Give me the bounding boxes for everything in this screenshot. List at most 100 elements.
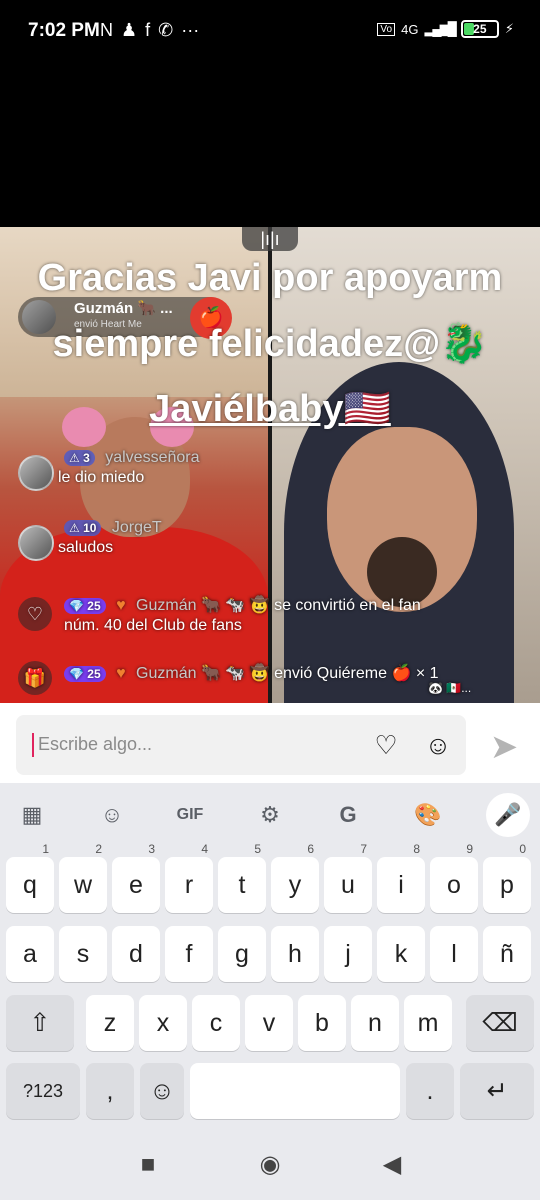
more-icon: ··· [181,20,200,40]
key-m[interactable]: m [404,995,452,1051]
key-f[interactable]: f [165,926,213,982]
text-cursor [32,733,34,757]
key-j[interactable]: j [324,926,372,982]
keyboard-toolbar: ▦ ☺ GIF ⚙ G 🎨 🎤 [0,783,540,845]
key-b[interactable]: b [298,995,346,1051]
emoji-key[interactable]: ☺ [140,1063,184,1119]
fan-heart-icon: ♥ [116,665,126,682]
key-hint: 9 [466,842,473,856]
network-type: 4G [401,21,419,37]
caption-line-2: siempre felicidadez@🐉 [52,323,488,365]
volte-icon: Vo [377,22,396,36]
gif-icon[interactable]: GIF [170,795,210,835]
key-v[interactable]: v [245,995,293,1051]
back-button[interactable]: ◀ [378,1151,406,1179]
symbols-key[interactable]: ?123 [6,1063,80,1119]
key-w[interactable]: w2 [59,843,107,913]
whatsapp-icon: ✆ [158,20,174,40]
key-hint: 6 [307,842,314,856]
key-label: r [184,871,194,899]
key-i[interactable]: i8 [377,843,425,913]
key-label: w [73,871,93,899]
key-d[interactable]: d [112,926,160,982]
gift-icon: 🎁 [18,661,52,695]
key-a[interactable]: a [6,926,54,982]
chat-username[interactable]: JorgeT [112,519,162,536]
chat-username[interactable]: yalvesseñora [105,449,199,466]
send-icon[interactable]: ➤ [484,727,524,767]
home-button[interactable]: ◉ [256,1151,284,1179]
shift-key[interactable]: ⇧ [6,995,74,1051]
level-badge: ⚠ 3 [64,450,95,466]
key-p[interactable]: p0 [483,843,531,913]
live-indicator-icon[interactable]: |ı|ı [242,227,298,251]
key-hint: 8 [413,842,420,856]
nfc-icon: N [100,20,113,40]
key-ñ[interactable]: ñ [483,926,531,982]
sticker-icon[interactable]: ☺ [92,795,132,835]
heart-icon[interactable]: ♡ [370,729,402,761]
key-hint: 2 [95,842,102,856]
person-add-icon: ♟ [121,20,138,40]
video-letterbox [0,62,540,227]
key-t[interactable]: t5 [218,843,266,913]
facebook-icon: f [145,20,151,40]
translate-icon[interactable]: G [328,795,368,835]
key-e[interactable]: e3 [112,843,160,913]
system-text-line2: núm. 40 del Club de fans [64,617,242,634]
charging-icon: ⚡ [504,21,514,36]
key-label: p [500,871,514,899]
space-key[interactable] [190,1063,400,1119]
key-g[interactable]: g [218,926,266,982]
key-z[interactable]: z [86,995,134,1051]
level-badge: 💎 25 [64,666,106,682]
settings-gear-icon[interactable]: ⚙ [250,795,290,835]
comment-placeholder: Escribe algo... [38,734,153,754]
avatar[interactable] [18,525,54,561]
system-nav-bar: ■ ◉ ◀ [0,1127,540,1200]
comma-key[interactable]: , [86,1063,134,1119]
key-label: u [341,871,355,899]
key-n[interactable]: n [351,995,399,1051]
avatar[interactable] [18,455,54,491]
comment-input[interactable]: Escribe algo... ♡ ☺ [16,715,466,775]
keyboard[interactable]: ▦ ☺ GIF ⚙ G 🎨 🎤 ⇧ ⌫ ?123 , ☺ . ↵ q1w2e3r… [0,783,540,1127]
backspace-key[interactable]: ⌫ [466,995,534,1051]
fan-heart-icon: ♥ [116,597,126,614]
key-o[interactable]: o9 [430,843,478,913]
caption-line-3: Javiélbaby🇺🇸 [149,388,391,430]
system-text: se convirtió en el fan [274,597,421,614]
recent-apps-button[interactable]: ■ [134,1151,162,1179]
key-r[interactable]: r4 [165,843,213,913]
key-hint: 4 [201,842,208,856]
key-hint: 5 [254,842,261,856]
microphone-icon[interactable]: 🎤 [486,793,530,837]
key-s[interactable]: s [59,926,107,982]
key-hint: 3 [148,842,155,856]
battery-level: 25 [473,22,487,36]
key-u[interactable]: u7 [324,843,372,913]
emoji-icon[interactable]: ☺ [422,729,454,761]
battery-icon: 25 [460,20,499,38]
key-h[interactable]: h [271,926,319,982]
notification-icons: N ♟ f ✆ ··· [100,20,199,41]
key-q[interactable]: q1 [6,843,54,913]
theme-palette-icon[interactable]: 🎨 [408,795,448,835]
key-label: q [23,871,37,899]
chat-username[interactable]: Guzmán 🐂 🐄 🤠 [136,665,270,682]
key-hint: 1 [42,842,49,856]
enter-key[interactable]: ↵ [460,1063,534,1119]
chat-text: le dio miedo [58,469,145,486]
key-l[interactable]: l [430,926,478,982]
key-label: i [398,871,404,899]
key-y[interactable]: y6 [271,843,319,913]
key-label: o [447,871,461,899]
period-key[interactable]: . [406,1063,454,1119]
key-x[interactable]: x [139,995,187,1051]
key-c[interactable]: c [192,995,240,1051]
key-k[interactable]: k [377,926,425,982]
apps-grid-icon[interactable]: ▦ [12,795,52,835]
chat-username[interactable]: Guzmán 🐂 🐄 🤠 [136,597,270,614]
key-label: e [129,871,143,899]
live-stream[interactable]: |ı|ı Guzmán 🐂 ... envió Heart Me 🍎 Graci… [0,227,540,703]
